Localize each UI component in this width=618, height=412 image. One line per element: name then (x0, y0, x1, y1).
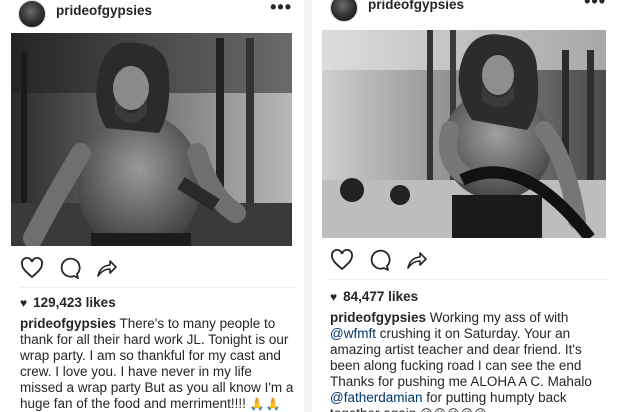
likes-count[interactable]: ♥ 129,423 likes (20, 295, 116, 310)
mention-link[interactable]: @wfmft (330, 326, 376, 341)
share-icon[interactable] (404, 248, 428, 272)
likes-text: 129,423 likes (33, 295, 116, 310)
divider (330, 279, 608, 280)
heart-small-icon: ♥ (20, 296, 28, 310)
post-username[interactable]: prideofgypsies (368, 0, 464, 12)
post-username[interactable]: prideofgypsies (56, 3, 152, 18)
caption-username[interactable]: prideofgypsies (20, 316, 116, 331)
heart-icon[interactable] (20, 256, 44, 280)
post-header: prideofgypsies ••• (312, 0, 618, 24)
post-header: prideofgypsies ••• (0, 0, 304, 30)
heart-icon[interactable] (330, 248, 354, 272)
post-caption: prideofgypsies Working my ass of with @w… (330, 310, 610, 412)
mention-link[interactable]: @fatherdamian (330, 390, 423, 405)
avatar[interactable] (18, 0, 46, 28)
caption-username[interactable]: prideofgypsies (330, 310, 426, 325)
post-photo[interactable] (11, 33, 292, 246)
instagram-post-left: prideofgypsies ••• ♥ 129,423 likes pride… (0, 0, 304, 412)
avatar[interactable] (330, 0, 358, 22)
more-options-icon[interactable]: ••• (270, 0, 292, 18)
caption-text: Working my ass of with (429, 310, 569, 325)
post-caption: prideofgypsies There's to many people to… (20, 316, 295, 412)
comment-icon[interactable] (57, 256, 81, 280)
share-icon[interactable] (94, 256, 118, 280)
post-separator (304, 0, 312, 412)
instagram-post-right: prideofgypsies ••• ♥ 84,477 likes prideo… (312, 0, 618, 412)
likes-count[interactable]: ♥ 84,477 likes (330, 289, 418, 304)
heart-small-icon: ♥ (330, 290, 338, 304)
more-options-icon[interactable]: ••• (584, 0, 606, 12)
post-photo[interactable] (322, 30, 606, 238)
caption-emojis: 😜😜😜😜😜 (420, 407, 488, 412)
comment-icon[interactable] (367, 248, 391, 272)
divider (20, 287, 294, 288)
likes-text: 84,477 likes (343, 289, 419, 304)
